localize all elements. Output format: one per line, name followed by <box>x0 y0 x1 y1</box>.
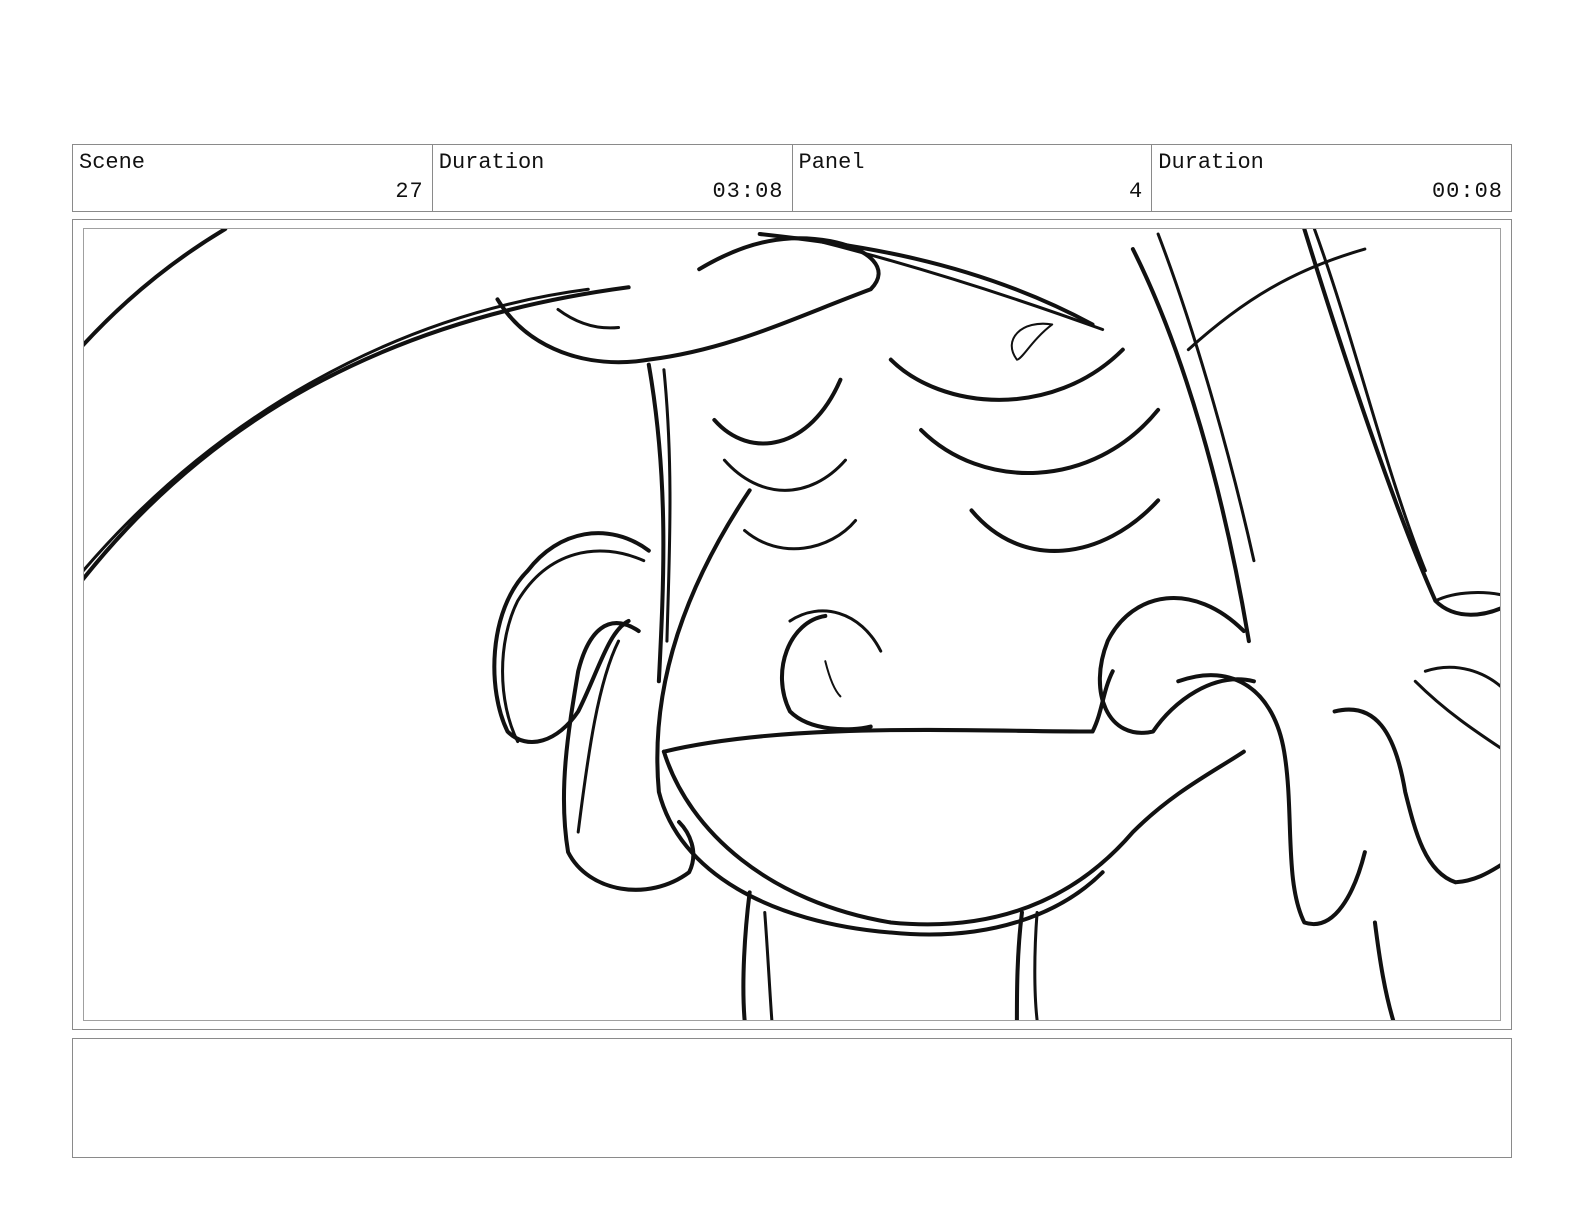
panel-duration-label: Duration <box>1158 150 1264 175</box>
character-sketch <box>84 229 1500 1020</box>
sketch-hair-curl <box>1433 591 1500 603</box>
sketch-eye-left-lash <box>722 458 847 492</box>
sketch-shoulder-right <box>1372 920 1396 1020</box>
scene-duration-label: Duration <box>438 150 545 175</box>
sketch-nose <box>780 613 873 732</box>
sketch-head-left-2 <box>662 368 672 643</box>
sketch-eye-right-lash-2 <box>969 498 1161 553</box>
sketch-head-left <box>646 362 666 684</box>
sketch-head-right-2 <box>1156 232 1256 563</box>
sketch-arm-curve-outer <box>84 285 631 582</box>
sketch-eye-right-lid <box>888 347 1125 402</box>
scene-duration-value: 03:08 <box>712 179 784 204</box>
sketch-hand-left-low <box>561 621 696 892</box>
sketch-hand-right-4 <box>1413 679 1500 750</box>
sketch-hand-right-2 <box>1332 707 1500 885</box>
sketch-nostril <box>824 660 842 698</box>
sketch-cheek-right <box>1097 596 1256 735</box>
sketch-head-right <box>1130 247 1251 644</box>
sketch-eye-highlight <box>1010 322 1054 361</box>
sketch-neck-left-2 <box>763 910 774 1020</box>
panel-label: Panel <box>798 150 865 175</box>
scene-label: Scene <box>79 150 146 175</box>
storyboard-header: Scene 27 Duration 03:08 Panel 4 Duration… <box>72 144 1512 212</box>
sketch-brow-stroke <box>556 307 621 330</box>
panel-number: 4 <box>1129 179 1144 204</box>
panel-notes-box <box>72 1038 1512 1158</box>
scene-cell: Scene 27 <box>73 145 433 211</box>
sketch-face-left <box>655 488 1105 937</box>
sketch-mouth-line <box>661 669 1115 754</box>
scene-duration-cell: Duration 03:08 <box>433 145 793 211</box>
panel-cell: Panel 4 <box>793 145 1153 211</box>
sketch-eye-left-lash-2 <box>743 518 858 551</box>
sketch-eye-right-lash <box>919 407 1161 475</box>
sketch-neck-right-2 <box>1033 910 1039 1020</box>
sketch-eye-left-lid <box>712 377 843 446</box>
sketch-nose-top <box>788 609 883 653</box>
sketch-neck-left <box>741 890 752 1020</box>
sketch-arm-curve-inner <box>84 287 590 573</box>
panel-duration-value: 00:08 <box>1431 179 1503 204</box>
sketch-neck-right <box>1014 910 1024 1020</box>
sketch-arm-curve-top <box>84 229 228 348</box>
panel-duration-cell: Duration 00:08 <box>1152 145 1511 211</box>
sketch-hand-right-3 <box>1423 665 1500 688</box>
sketch-hair-right-2 <box>1312 229 1427 573</box>
panel-safe-area <box>83 228 1501 1021</box>
scene-number: 27 <box>395 179 424 204</box>
storyboard-panel-frame <box>72 219 1512 1030</box>
sketch-hair-strand <box>808 237 1105 332</box>
